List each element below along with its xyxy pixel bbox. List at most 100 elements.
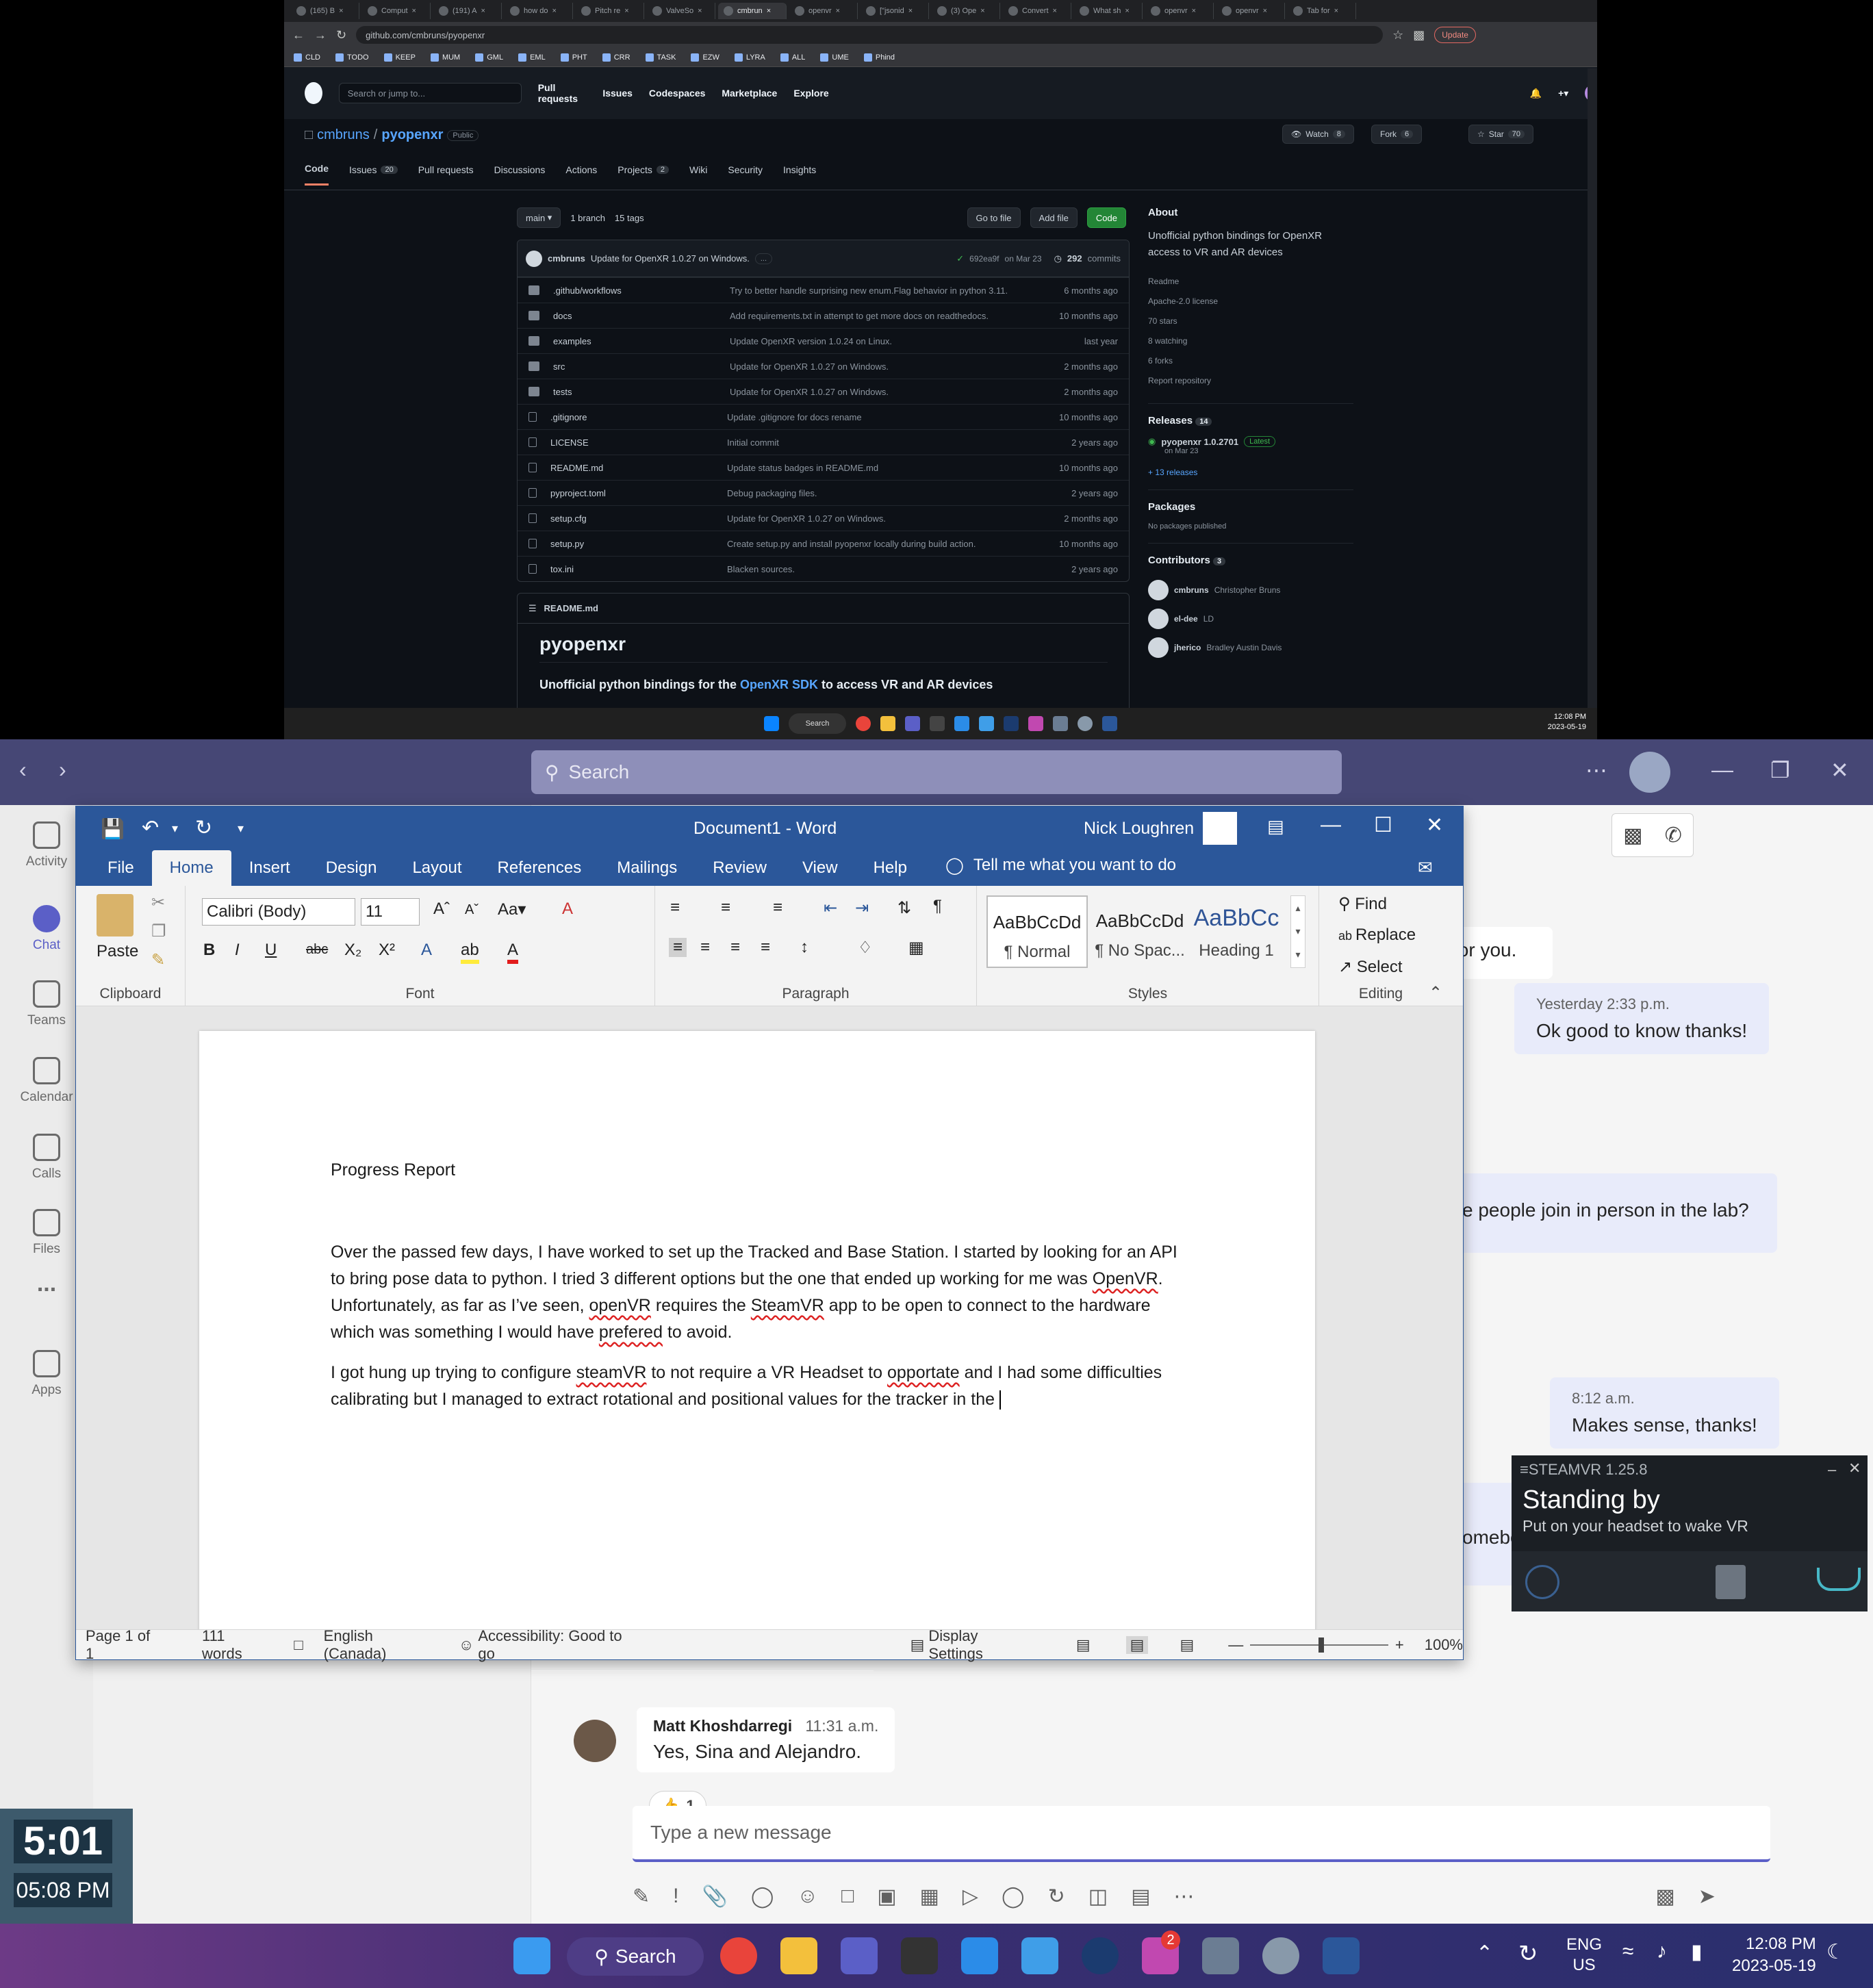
style-normal[interactable]: AaBbCcDd ¶ Normal <box>986 895 1088 968</box>
clear-formatting-icon[interactable]: A <box>562 900 573 919</box>
browser-tab[interactable]: Pitch re × <box>576 3 644 19</box>
select-button[interactable]: ↗ Select <box>1338 957 1402 977</box>
tab-close-icon[interactable]: × <box>836 7 840 15</box>
file-commit-message[interactable]: Try to better handle surprising new enum… <box>730 285 1064 296</box>
steam-icon[interactable] <box>1082 1937 1119 1974</box>
file-name[interactable]: tests <box>553 387 730 397</box>
zoom-level[interactable]: 100% <box>1425 1636 1463 1654</box>
minimize-icon[interactable]: — <box>1321 813 1341 837</box>
volume-icon[interactable]: ♪ <box>1657 1940 1667 1963</box>
change-case-icon[interactable]: Aa▾ <box>498 900 526 919</box>
github-search-input[interactable]: Search or jump to... <box>338 83 522 103</box>
tab-close-icon[interactable]: × <box>767 7 771 15</box>
style-no-spacing[interactable]: AaBbCcDd ¶ No Spac... <box>1089 895 1190 968</box>
refresh-icon[interactable]: ↻ <box>1048 1885 1065 1909</box>
chrome-icon[interactable] <box>720 1937 757 1974</box>
reload-icon[interactable]: ↻ <box>336 28 346 42</box>
ribbon-tab[interactable]: Review <box>695 858 785 886</box>
repo-tab[interactable]: Security <box>728 163 763 186</box>
sort-icon[interactable]: ⇅ <box>897 898 911 918</box>
ribbon-tab[interactable]: Design <box>308 858 395 886</box>
bookmark-item[interactable]: GML <box>475 53 503 62</box>
bookmark-item[interactable]: EZW <box>691 53 719 62</box>
ribbon-tab[interactable]: Help <box>856 858 925 886</box>
file-commit-message[interactable]: Update .gitignore for docs rename <box>727 412 1059 422</box>
tab-close-icon[interactable]: × <box>698 7 702 15</box>
align-center-icon[interactable]: ≡ <box>700 938 710 957</box>
browser-tab[interactable]: (165) B × <box>291 3 359 19</box>
browser-tab[interactable]: Convert × <box>1003 3 1071 19</box>
shrink-font-icon[interactable]: Aˇ <box>465 902 479 918</box>
commit-count[interactable]: 292 <box>1067 253 1082 264</box>
repo-tab[interactable]: Pull requests <box>418 163 474 186</box>
settings-icon[interactable] <box>1053 716 1068 731</box>
bookmark-item[interactable]: Phind <box>863 53 895 62</box>
top-taskbar-search[interactable]: Search <box>789 713 846 734</box>
document-page[interactable]: Progress Report Over the passed few days… <box>199 1031 1315 1629</box>
file-name[interactable]: .github/workflows <box>553 285 730 296</box>
bookmark-item[interactable]: TASK <box>645 53 676 62</box>
repo-tab[interactable]: Code <box>305 163 329 186</box>
repo-name-link[interactable]: pyopenxr <box>381 127 443 143</box>
web-layout-icon[interactable]: ▤ <box>1180 1636 1194 1654</box>
font-size-combo[interactable]: 11 <box>361 898 420 926</box>
loop-icon[interactable]: ◯ <box>751 1885 774 1909</box>
forks-link[interactable]: 6 forks <box>1148 351 1353 371</box>
vscode-icon[interactable] <box>954 716 969 731</box>
file-row[interactable]: docs Add requirements.txt in attempt to g… <box>518 303 1129 328</box>
highlight-icon[interactable]: ab <box>461 941 479 964</box>
repo-tab[interactable]: Actions <box>565 163 597 186</box>
bookmark-item[interactable]: LYRA <box>734 53 765 62</box>
tab-close-icon[interactable]: × <box>481 7 485 15</box>
save-icon[interactable]: 💾 <box>101 817 125 840</box>
praise-icon[interactable]: ◯ <box>1002 1885 1025 1909</box>
file-explorer-icon[interactable] <box>880 716 895 731</box>
license-link[interactable]: Apache-2.0 license <box>1148 292 1353 311</box>
file-name[interactable]: .gitignore <box>550 412 727 422</box>
nav-pull-requests[interactable]: Pull requests <box>538 82 587 104</box>
word-count[interactable]: 111 words <box>202 1627 266 1663</box>
bookmark-item[interactable]: MUM <box>430 53 460 62</box>
more-icon[interactable]: ⋯ <box>1585 757 1607 783</box>
zoom-slider[interactable] <box>1250 1637 1388 1653</box>
tab-close-icon[interactable]: × <box>412 7 416 15</box>
tab-close-icon[interactable]: × <box>1263 7 1267 15</box>
repo-tab[interactable]: Wiki <box>689 163 707 186</box>
send-icon[interactable]: ➤ <box>1698 1885 1716 1909</box>
back-arrow-icon[interactable]: ← <box>292 28 305 42</box>
update-button[interactable]: Update <box>1434 27 1476 43</box>
copy-icon[interactable]: ❐ <box>151 921 166 941</box>
file-commit-message[interactable]: Debug packaging files. <box>727 488 1071 498</box>
browser-tab[interactable]: (3) Ope × <box>932 3 1000 19</box>
nav-issues[interactable]: Issues <box>602 88 633 99</box>
terminal-icon[interactable] <box>901 1937 938 1974</box>
browser-tab[interactable]: how do × <box>505 3 573 19</box>
steam-icon[interactable] <box>1004 716 1019 731</box>
styles-scroll[interactable]: ▴ ▾ ▾ <box>1290 895 1305 968</box>
zoom-in-icon[interactable]: + <box>1395 1636 1404 1654</box>
wifi-icon[interactable]: ≈ <box>1622 1940 1633 1963</box>
bookmark-item[interactable]: EML <box>518 53 546 62</box>
star-icon[interactable]: ☆ <box>1392 28 1403 42</box>
replace-button[interactable]: ab Replace <box>1338 926 1416 945</box>
tab-close-icon[interactable]: × <box>624 7 628 15</box>
underline-icon[interactable]: U <box>265 941 277 960</box>
extensions-icon[interactable]: ▩ <box>1413 28 1425 42</box>
battery-icon[interactable]: ▮ <box>1691 1940 1703 1964</box>
teams-search-input[interactable]: ⚲ Search <box>531 750 1342 794</box>
notifications-icon[interactable]: ☾ <box>1826 1940 1845 1964</box>
bold-icon[interactable]: B <box>203 941 215 960</box>
start-icon[interactable] <box>764 716 779 731</box>
numbering-icon[interactable]: ≡ <box>721 898 730 917</box>
notepad-icon[interactable] <box>1021 1937 1058 1974</box>
file-commit-message[interactable]: Blacken sources. <box>727 564 1071 574</box>
word-icon[interactable] <box>1323 1937 1360 1974</box>
readme-link[interactable]: Readme <box>1148 272 1353 292</box>
browser-tab[interactable]: cmbrun × <box>718 3 787 19</box>
ribbon-display-icon[interactable]: ▤ <box>1267 816 1284 837</box>
display-settings[interactable]: Display Settings <box>928 1627 1032 1663</box>
file-name[interactable]: setup.cfg <box>550 513 727 524</box>
page-count[interactable]: Page 1 of 1 <box>86 1627 160 1663</box>
file-commit-message[interactable]: Update for OpenXR 1.0.27 on Windows. <box>730 361 1064 372</box>
file-row[interactable]: tox.ini Blacken sources. 2 years ago <box>518 556 1129 581</box>
